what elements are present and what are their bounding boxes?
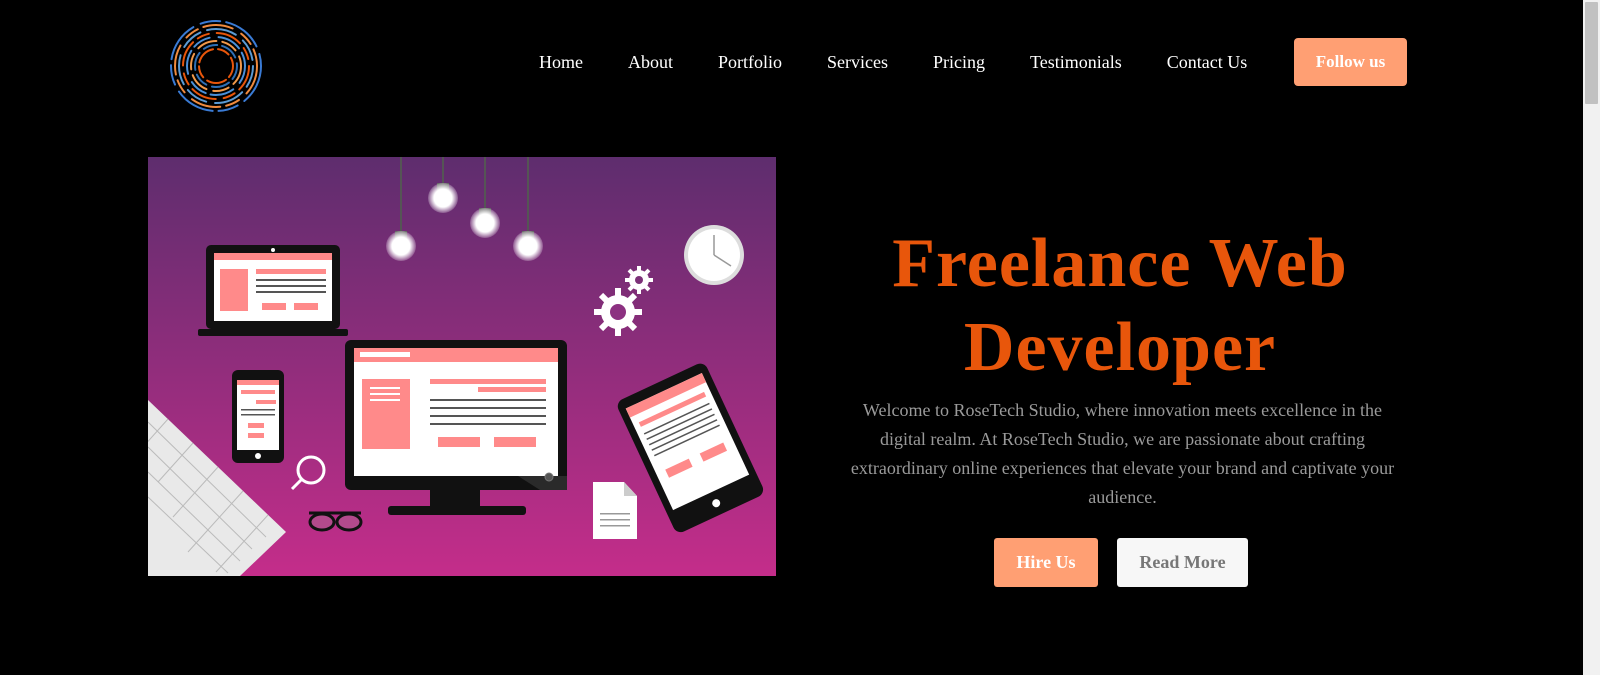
nav-about[interactable]: About — [628, 52, 673, 73]
scrollbar-thumb[interactable] — [1585, 2, 1598, 104]
hero-title-line-1: Freelance Web — [892, 225, 1348, 302]
hire-us-button[interactable]: Hire Us — [994, 538, 1098, 587]
nav-contact-us[interactable]: Contact Us — [1167, 52, 1248, 73]
hero-description: Welcome to RoseTech Studio, where innova… — [850, 400, 1395, 507]
laptop-icon — [198, 245, 348, 336]
clock-icon — [684, 225, 744, 285]
nav-home[interactable]: Home — [539, 52, 583, 73]
read-more-button[interactable]: Read More — [1117, 538, 1248, 587]
document-icon — [593, 482, 637, 539]
follow-us-button[interactable]: Follow us — [1294, 38, 1407, 86]
nav-services[interactable]: Services — [827, 52, 888, 73]
smartphone-icon — [232, 370, 284, 463]
hero-illustration — [148, 157, 776, 576]
vertical-scrollbar[interactable] — [1583, 0, 1600, 675]
logo-icon[interactable] — [168, 18, 264, 114]
nav-portfolio[interactable]: Portfolio — [718, 52, 782, 73]
desktop-monitor-icon — [345, 340, 567, 515]
nav-testimonials[interactable]: Testimonials — [1030, 52, 1122, 73]
hero-title: Freelance Web Developer — [835, 222, 1405, 390]
nav-pricing[interactable]: Pricing — [933, 52, 985, 73]
hero-title-line-2: Developer — [963, 309, 1277, 386]
main-nav: Home About Portfolio Services Pricing Te… — [539, 50, 1247, 74]
